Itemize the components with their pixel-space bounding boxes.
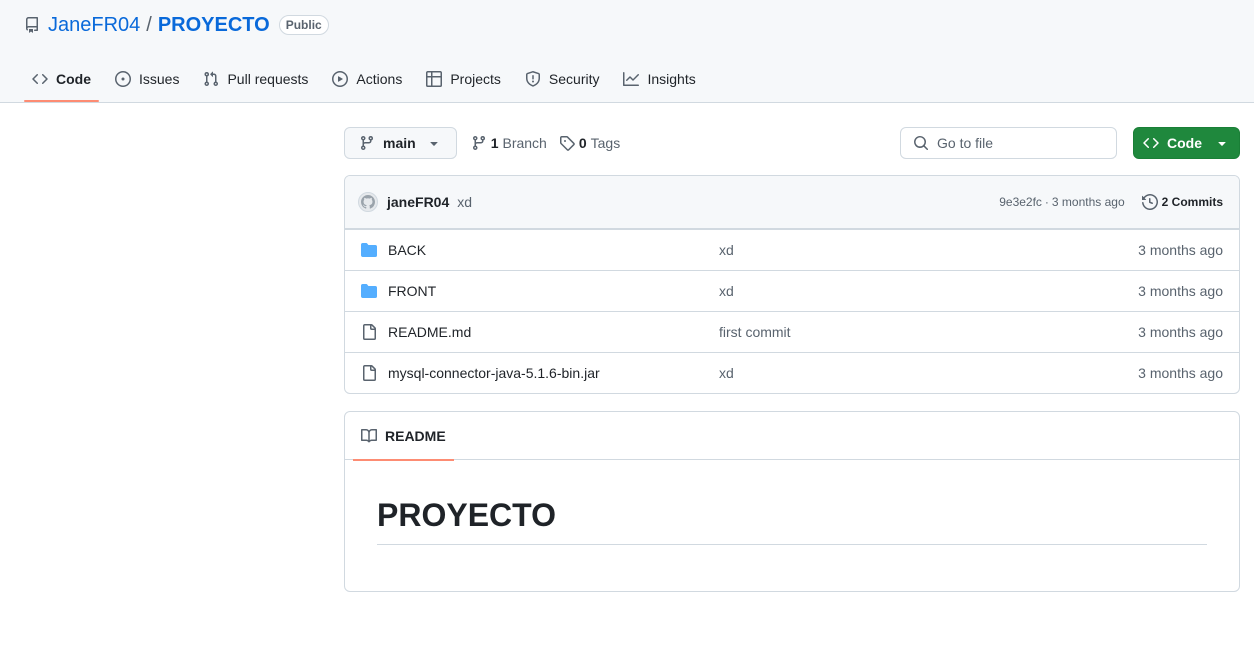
file-commit-message[interactable]: xd [719, 365, 734, 381]
tags-link[interactable]: 0 Tags [559, 135, 620, 151]
triangle-down-icon [426, 135, 442, 151]
tab-label: Projects [450, 71, 501, 87]
visibility-badge: Public [278, 15, 329, 35]
tab-label: Pull requests [227, 71, 309, 87]
tab-insights[interactable]: Insights [615, 62, 703, 96]
git-branch-icon [359, 135, 375, 151]
tab-label: Code [56, 71, 91, 87]
readme-tab-label: README [385, 427, 446, 444]
tag-count: 0 [578, 135, 587, 151]
history-icon [1141, 194, 1158, 210]
tab-label: Security [548, 71, 600, 87]
avatar[interactable] [358, 192, 378, 212]
repo-icon [24, 17, 40, 33]
readme-panel: README PROYECTO [344, 411, 1240, 592]
tab-readme[interactable]: README [353, 412, 454, 461]
code-icon [32, 71, 48, 87]
branch-selector-button[interactable]: main [344, 127, 457, 159]
commit-hash-link[interactable]: 9e3e2fc [999, 195, 1042, 209]
file-name-link[interactable]: BACK [388, 242, 718, 258]
tab-code[interactable]: Code [24, 62, 99, 102]
branch-label: Branch [502, 135, 547, 151]
repo-title: JaneFR04 / PROYECTO Public [24, 12, 329, 38]
commit-author-link[interactable]: janeFR04 [387, 194, 449, 210]
latest-commit-row: janeFR04 xd 9e3e2fc · 3 months ago 2 Com… [345, 176, 1239, 229]
file-commit-date: 3 months ago [1138, 365, 1223, 381]
branches-link[interactable]: 1 Branch [471, 135, 547, 151]
tab-label: Issues [139, 71, 180, 87]
commits-label: 2 Commits [1161, 195, 1223, 209]
readme-tabs: README [345, 412, 1239, 461]
file-icon [361, 365, 377, 381]
shield-icon [525, 71, 541, 87]
table-icon [426, 71, 443, 87]
file-commit-date: 3 months ago [1138, 283, 1223, 299]
file-icon [361, 324, 377, 340]
pull-request-icon [203, 71, 219, 87]
repo-nav: Code Issues Pull requests Actions Projec… [24, 62, 712, 102]
tag-icon [559, 135, 575, 151]
file-commit-date: 3 months ago [1138, 324, 1223, 340]
repo-path-separator: / [146, 13, 152, 36]
git-branch-icon [471, 135, 487, 151]
book-icon [361, 428, 377, 444]
graph-icon [623, 71, 640, 87]
branch-count: 1 [490, 135, 499, 151]
file-navigation: main 1 Branch 0 Tags Go to file Code [344, 127, 1240, 159]
file-name-link[interactable]: README.md [388, 324, 718, 340]
tag-label: Tags [590, 135, 621, 151]
folder-icon [361, 242, 377, 258]
search-icon [913, 135, 929, 151]
table-row[interactable]: README.md first commit 3 months ago [345, 311, 1239, 352]
folder-icon [361, 283, 377, 299]
go-to-file-search[interactable] [900, 127, 1117, 159]
code-dropdown-button[interactable]: Code [1133, 127, 1240, 159]
readme-heading: PROYECTO [377, 496, 1207, 546]
triangle-down-icon [1214, 135, 1230, 151]
commit-meta-separator: · [1044, 195, 1049, 209]
commit-time: 3 months ago [1051, 195, 1125, 209]
repo-name-link[interactable]: PROYECTO [158, 14, 270, 37]
readme-body: PROYECTO [345, 460, 1239, 546]
tab-projects[interactable]: Projects [418, 62, 509, 96]
table-row[interactable]: mysql-connector-java-5.1.6-bin.jar xd 3 … [345, 352, 1239, 393]
play-icon [332, 71, 349, 87]
tab-label: Insights [647, 71, 696, 87]
github-mark-icon [361, 195, 375, 209]
go-to-file-input[interactable] [937, 135, 1097, 151]
file-commit-date: 3 months ago [1138, 242, 1223, 258]
tab-pull-requests[interactable]: Pull requests [195, 62, 316, 96]
repo-header: JaneFR04 / PROYECTO Public Code Issues P… [0, 0, 1254, 103]
file-commit-message[interactable]: xd [719, 283, 734, 299]
tab-label: Actions [356, 71, 403, 87]
issue-icon [115, 71, 131, 87]
file-table: janeFR04 xd 9e3e2fc · 3 months ago 2 Com… [344, 175, 1240, 394]
commits-history-link[interactable]: 2 Commits [1141, 194, 1223, 210]
repo-owner-link[interactable]: JaneFR04 [48, 14, 140, 37]
repo-main: main 1 Branch 0 Tags Go to file Code jan… [344, 127, 1240, 592]
table-row[interactable]: FRONT xd 3 months ago [345, 270, 1239, 311]
branch-name: main [383, 135, 416, 151]
file-name-link[interactable]: mysql-connector-java-5.1.6-bin.jar [388, 365, 718, 381]
code-icon [1143, 135, 1159, 151]
tab-actions[interactable]: Actions [324, 62, 410, 96]
file-commit-message[interactable]: first commit [719, 324, 791, 340]
commit-message-link[interactable]: xd [457, 194, 472, 210]
tab-issues[interactable]: Issues [107, 62, 187, 96]
table-row[interactable]: BACK xd 3 months ago [345, 229, 1239, 270]
commit-meta: 9e3e2fc · 3 months ago [999, 195, 1124, 209]
tab-security[interactable]: Security [517, 62, 608, 96]
file-commit-message[interactable]: xd [719, 242, 734, 258]
file-name-link[interactable]: FRONT [388, 283, 718, 299]
code-button-label: Code [1167, 135, 1202, 151]
